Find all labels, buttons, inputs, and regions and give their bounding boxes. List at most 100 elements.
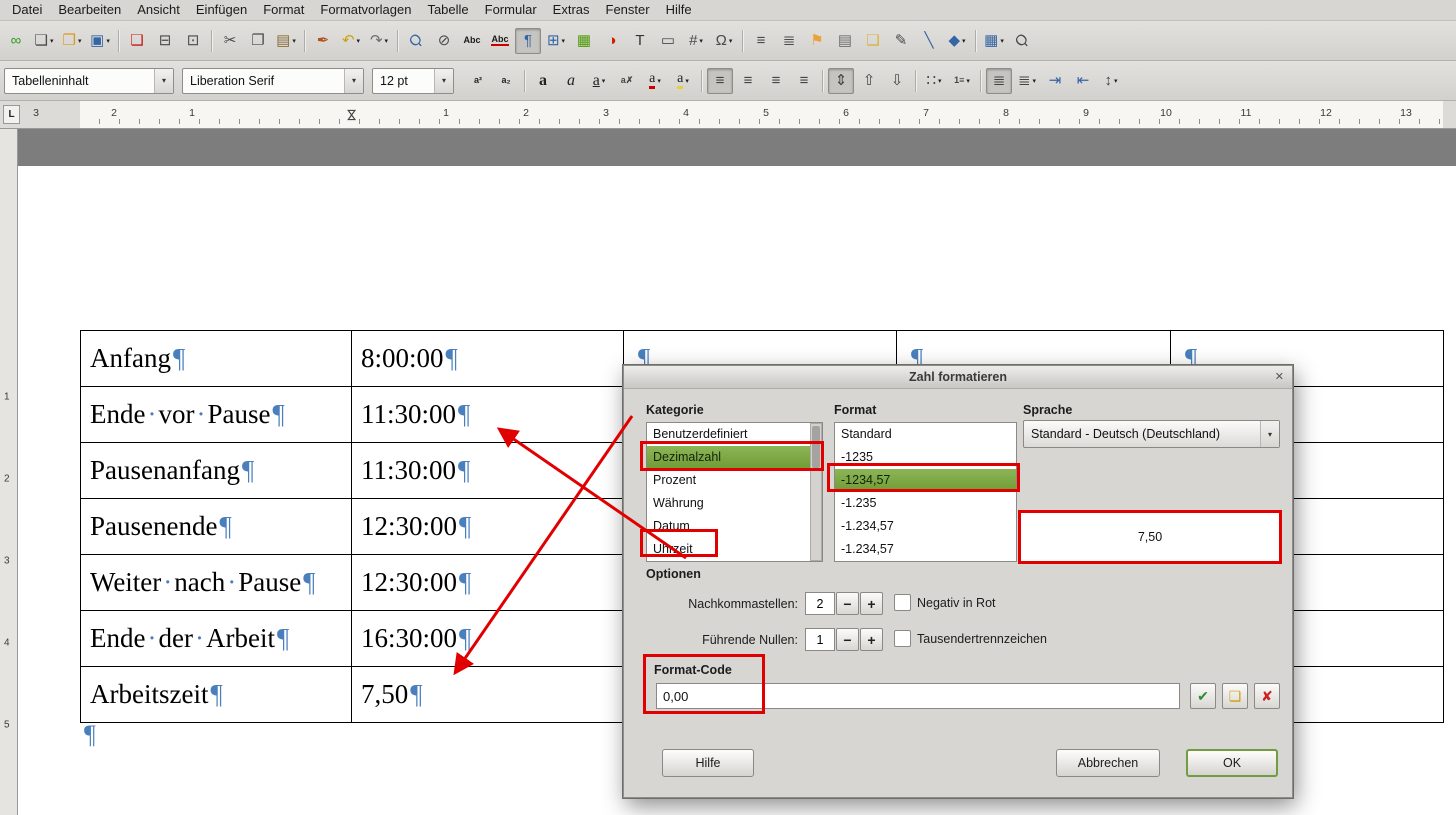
find-icon[interactable]: ∞ [3, 28, 29, 54]
unordered-list-icon[interactable]: ∷▾ [921, 68, 947, 94]
decimals-value[interactable]: 2 [805, 592, 835, 615]
vertical-ruler[interactable]: 12345 [0, 129, 18, 815]
paste-icon-dropdown[interactable]: ▾ [292, 37, 296, 45]
increase-indent-icon[interactable]: ⇥ [1042, 68, 1068, 94]
close-icon[interactable]: ✕ [1275, 370, 1284, 383]
highlight-color-icon[interactable]: a▾ [670, 68, 696, 94]
spelling-icon[interactable]: Abc [459, 28, 485, 54]
circle-slash-icon[interactable]: ⊘ [431, 28, 457, 54]
format-item[interactable]: -1.234,57 [835, 538, 1016, 561]
cross-reference-icon[interactable]: ▤ [832, 28, 858, 54]
basic-shapes-icon-dropdown[interactable]: ▾ [962, 37, 966, 45]
horizontal-ruler[interactable]: L ⋈ 32112345678910111213 [0, 101, 1456, 129]
table-cell-label[interactable]: Ende·der·Arbeit¶ [81, 611, 352, 667]
basic-shapes-icon[interactable]: ◆▾ [944, 28, 970, 54]
undo-icon[interactable]: ↶▾ [338, 28, 364, 54]
table-cell-value[interactable]: 8:00:00¶ [352, 331, 624, 387]
menu-hilfe[interactable]: Hilfe [658, 0, 700, 20]
insert-field-icon-dropdown[interactable]: ▾ [699, 37, 703, 45]
table-cell-label[interactable]: Ende·vor·Pause¶ [81, 387, 352, 443]
font-color-icon[interactable]: a▾ [642, 68, 668, 94]
bold-icon[interactable]: a [530, 68, 556, 94]
menu-datei[interactable]: Datei [4, 0, 50, 20]
language-combo[interactable]: Standard - Deutsch (Deutschland) ▾ [1023, 420, 1280, 448]
cut-icon[interactable]: ✂ [217, 28, 243, 54]
line-spacing-menu-icon[interactable]: ↕▾ [1098, 68, 1124, 94]
page-break-icon[interactable]: ▭ [655, 28, 681, 54]
chevron-down-icon[interactable]: ▾ [344, 69, 363, 93]
special-character-icon[interactable]: Ω▾ [711, 28, 737, 54]
outline-list-icon-dropdown[interactable]: ▾ [1033, 77, 1037, 85]
align-right-icon[interactable]: ≡ [763, 68, 789, 94]
outline-list-icon[interactable]: ≣▾ [1014, 68, 1040, 94]
menu-extras[interactable]: Extras [545, 0, 598, 20]
add-comment-icon[interactable]: ❏ [1222, 683, 1248, 709]
format-item[interactable]: -1234,57 [835, 469, 1016, 492]
chevron-down-icon[interactable]: ▾ [1260, 421, 1279, 447]
ordered-list-icon-dropdown[interactable]: ▾ [966, 77, 970, 85]
table-cell-label[interactable]: Arbeitszeit¶ [81, 667, 352, 723]
category-item-währung[interactable]: Währung [647, 492, 822, 515]
open-folder-icon[interactable]: ❒▾ [59, 28, 85, 54]
increase-paragraph-spacing-icon[interactable]: ⇧ [856, 68, 882, 94]
no-list-icon[interactable]: ≣ [986, 68, 1012, 94]
leading-zeros-value[interactable]: 1 [805, 628, 835, 651]
insert-table-icon-dropdown[interactable]: ▾ [562, 37, 566, 45]
checkbox-icon[interactable] [894, 630, 911, 647]
confirm-icon[interactable]: ✔ [1190, 683, 1216, 709]
negative-red-checkbox[interactable]: Negativ in Rot [894, 594, 996, 611]
table-cell-label[interactable]: Pausenanfang¶ [81, 443, 352, 499]
save-icon[interactable]: ▣▾ [87, 28, 113, 54]
menu-ansicht[interactable]: Ansicht [129, 0, 188, 20]
decimals-plus-button[interactable]: + [860, 592, 883, 615]
table-cell-value[interactable]: 7,50¶ [352, 667, 624, 723]
decrease-paragraph-spacing-icon[interactable]: ⇩ [884, 68, 910, 94]
category-list-scrollbar[interactable] [810, 423, 822, 561]
category-list[interactable]: BenutzerdefiniertDezimalzahlProzentWähru… [646, 422, 823, 562]
insert-field-icon[interactable]: #▾ [683, 28, 709, 54]
scrollbar-thumb[interactable] [812, 426, 820, 468]
zoom-icon[interactable]: Ϙ [1009, 28, 1035, 54]
paste-icon[interactable]: ▤▾ [273, 28, 299, 54]
table-cell-value[interactable]: 16:30:00¶ [352, 611, 624, 667]
line-spacing-menu-icon-dropdown[interactable]: ▾ [1114, 77, 1118, 85]
leading-zeros-plus-button[interactable]: + [860, 628, 883, 651]
decimals-minus-button[interactable]: − [836, 592, 859, 615]
insert-chart-icon[interactable]: ◑ [599, 28, 625, 54]
delete-icon[interactable]: ✘ [1254, 683, 1280, 709]
print-preview-icon[interactable]: ⊡ [180, 28, 206, 54]
snap-grid-icon[interactable]: ▦▾ [981, 28, 1007, 54]
format-item[interactable]: -1235 [835, 446, 1016, 469]
help-button[interactable]: Hilfe [662, 749, 754, 777]
align-center-icon[interactable]: ≡ [735, 68, 761, 94]
insert-line-icon[interactable]: ╲ [916, 28, 942, 54]
cancel-button[interactable]: Abbrechen [1056, 749, 1160, 777]
underline-icon-dropdown[interactable]: ▾ [602, 77, 606, 85]
ordered-list-icon[interactable]: 1≡▾ [949, 68, 975, 94]
chevron-down-icon[interactable]: ▾ [154, 69, 173, 93]
insert-comment-icon[interactable]: ❑ [860, 28, 886, 54]
new-document-icon-dropdown[interactable]: ▾ [50, 37, 54, 45]
insert-table-icon[interactable]: ⊞▾ [543, 28, 569, 54]
decrease-indent-icon[interactable]: ⇤ [1070, 68, 1096, 94]
table-cell-label[interactable]: Weiter·nach·Pause¶ [81, 555, 352, 611]
format-list[interactable]: Standard-1235-1234,57-1.235-1.234,57-1.2… [834, 422, 1017, 562]
ok-button[interactable]: OK [1186, 749, 1278, 777]
format-item[interactable]: -1.235 [835, 492, 1016, 515]
checkbox-icon[interactable] [894, 594, 911, 611]
category-item-datum[interactable]: Datum [647, 515, 822, 538]
tab-stop-selector[interactable]: L [3, 105, 20, 124]
leading-zeros-minus-button[interactable]: − [836, 628, 859, 651]
table-cell-value[interactable]: 12:30:00¶ [352, 555, 624, 611]
special-character-icon-dropdown[interactable]: ▾ [729, 37, 733, 45]
chevron-down-icon[interactable]: ▾ [434, 69, 453, 93]
line-spacing-icon[interactable]: ⇕ [828, 68, 854, 94]
menu-tabelle[interactable]: Tabelle [419, 0, 476, 20]
find-replace-icon[interactable]: Ϙ [403, 28, 429, 54]
copy-icon[interactable]: ❐ [245, 28, 271, 54]
menu-formatvorlagen[interactable]: Formatvorlagen [312, 0, 419, 20]
insert-endnote-icon[interactable]: ≣ [776, 28, 802, 54]
superscript-icon[interactable]: a² [465, 68, 491, 94]
category-item-prozent[interactable]: Prozent [647, 469, 822, 492]
dialog-titlebar[interactable]: Zahl formatieren ✕ [624, 366, 1292, 389]
